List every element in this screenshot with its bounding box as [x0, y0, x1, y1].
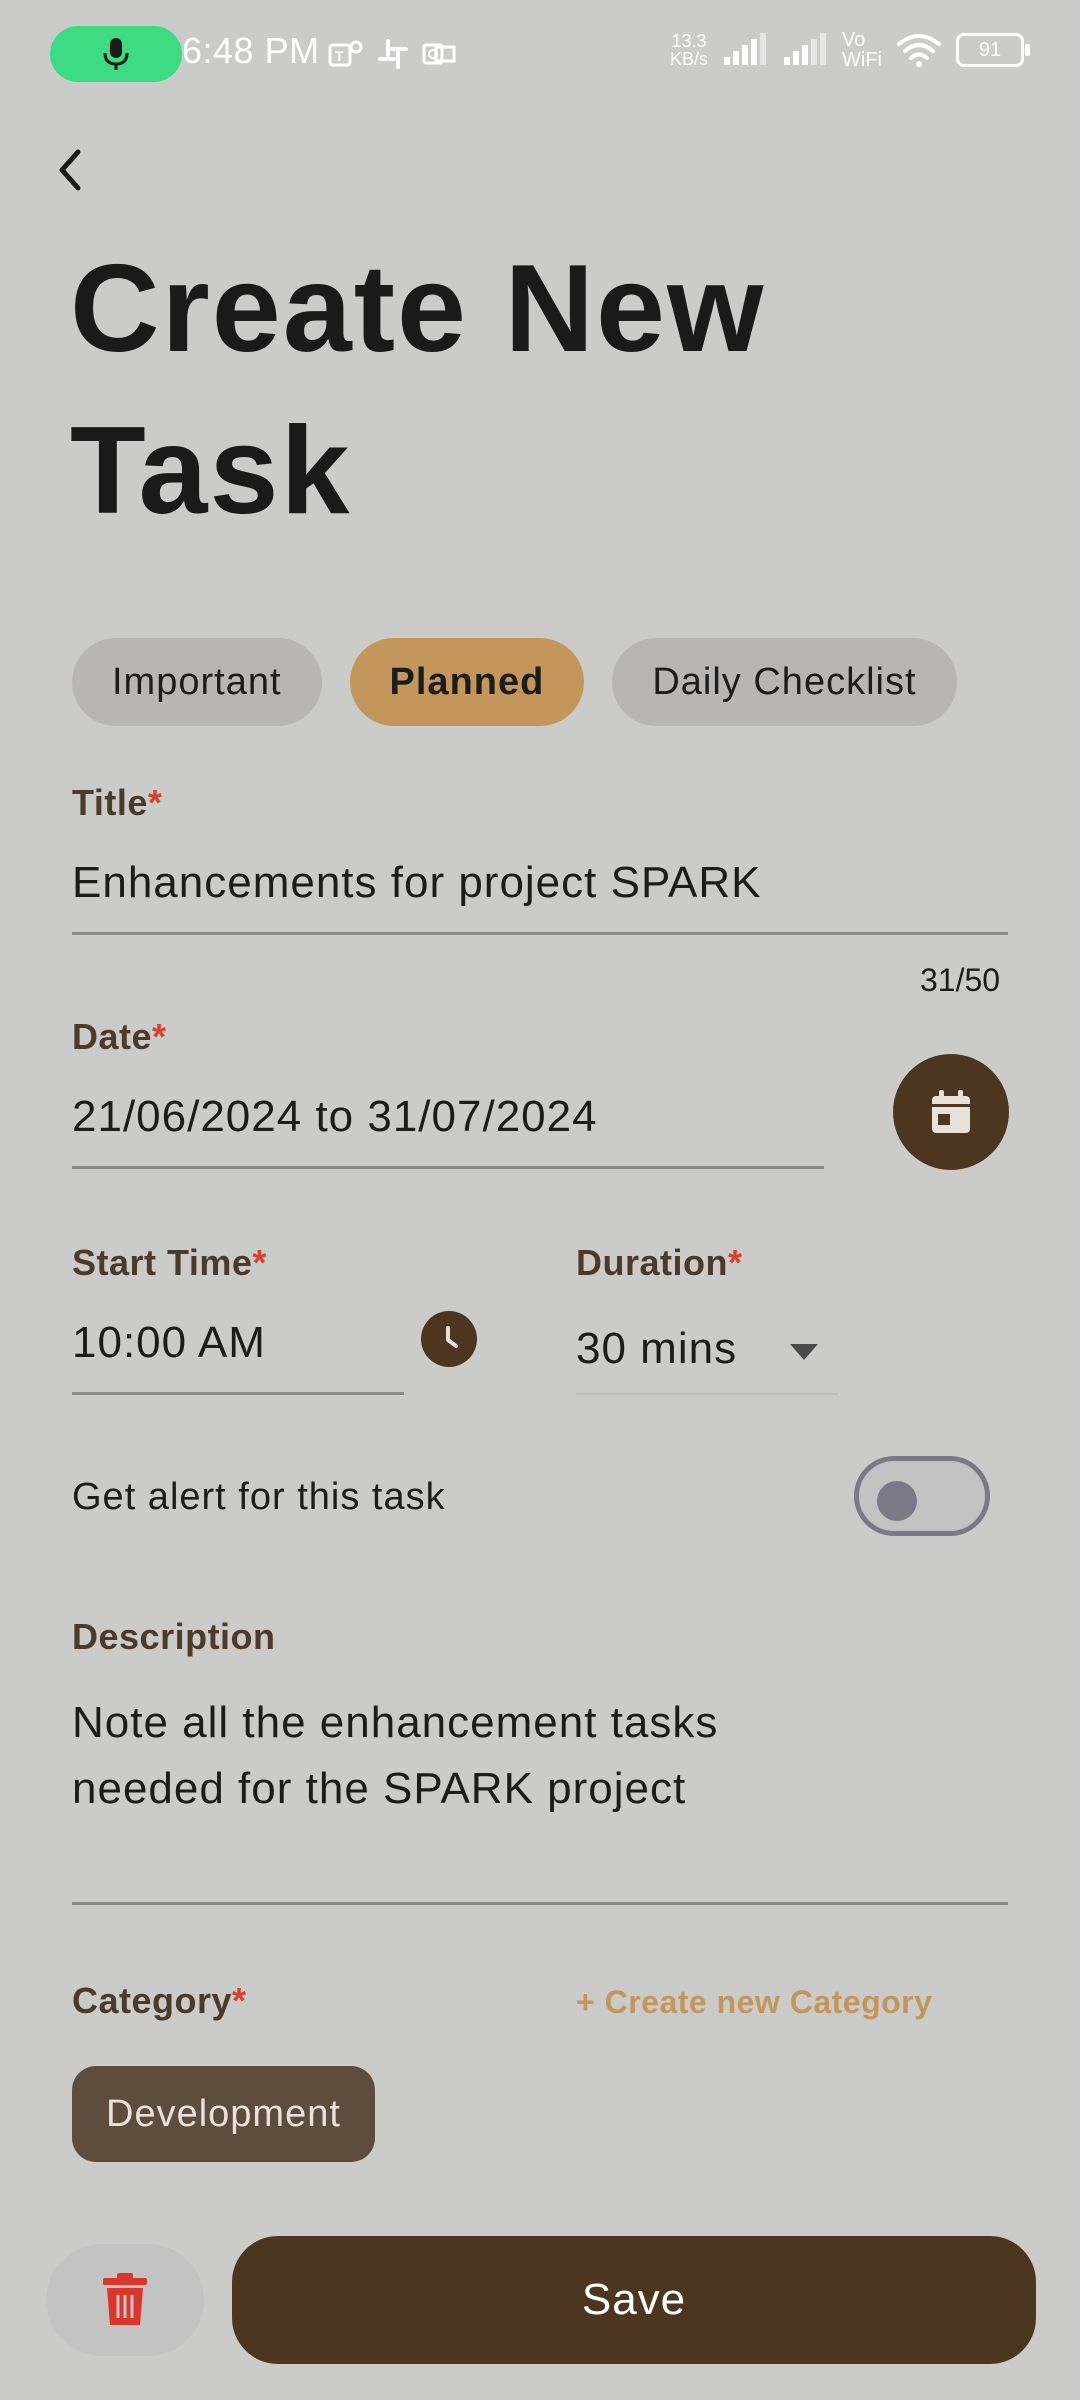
- tab-important[interactable]: Important: [72, 638, 322, 726]
- back-button[interactable]: [48, 140, 90, 200]
- title-label: Title*: [72, 782, 162, 824]
- title-char-counter: 31/50: [920, 962, 1001, 998]
- network-speed-unit: KB/s: [670, 49, 709, 69]
- vowifi-indicator: Vo WiFi: [842, 30, 882, 70]
- toggle-knob: [877, 1481, 917, 1521]
- date-label-text: Date: [72, 1016, 153, 1057]
- signal-icon: [784, 33, 827, 65]
- duration-label-text: Duration: [576, 1242, 728, 1283]
- notification-icons: T: [328, 34, 458, 74]
- create-category-link[interactable]: + Create new Category: [576, 1984, 932, 2021]
- title-label-text: Title: [72, 782, 148, 823]
- duration-label: Duration*: [576, 1242, 743, 1284]
- description-line: needed for the SPARK project: [72, 1764, 687, 1813]
- required-mark: *: [232, 1980, 247, 2021]
- vowifi-bottom: WiFi: [842, 49, 882, 71]
- save-button[interactable]: Save: [232, 2236, 1036, 2364]
- title-underline: [72, 932, 1008, 935]
- vowifi-top: Vo: [842, 29, 866, 51]
- alert-label: Get alert for this task: [72, 1476, 446, 1518]
- network-speed-value: 13.3: [671, 31, 707, 51]
- task-type-tabs: Important Planned Daily Checklist: [72, 638, 1010, 726]
- status-time: 6:48 PM: [182, 30, 320, 71]
- duration-select[interactable]: 30 mins: [576, 1324, 737, 1374]
- mic-icon: [103, 38, 129, 70]
- svg-text:T: T: [335, 48, 344, 64]
- chevron-down-icon[interactable]: [788, 1342, 820, 1362]
- mic-indicator: [50, 26, 182, 82]
- clock-button[interactable]: [421, 1311, 477, 1367]
- title-input[interactable]: Enhancements for project SPARK: [72, 858, 762, 908]
- teams-icon: T: [328, 40, 363, 67]
- clock-icon: [446, 1326, 458, 1348]
- chevron-left-icon: [59, 149, 81, 191]
- network-speed: 13.3 KB/s: [670, 32, 708, 68]
- description-underline: [72, 1902, 1008, 1905]
- battery-icon: 91: [956, 33, 1030, 67]
- date-range-input[interactable]: 21/06/2024 to 31/07/2024: [72, 1092, 598, 1142]
- wifi-icon: [897, 34, 941, 67]
- start-time-input[interactable]: 10:00 AM: [72, 1318, 266, 1368]
- signal-icon: [724, 33, 767, 65]
- delete-button[interactable]: [46, 2244, 204, 2356]
- system-icons: 13.3 KB/s Vo WiFi 91: [670, 30, 1030, 70]
- calendar-button[interactable]: [893, 1054, 1009, 1170]
- start-time-label-text: Start Time: [72, 1242, 253, 1283]
- start-time-label: Start Time*: [72, 1242, 267, 1284]
- date-underline: [72, 1166, 824, 1169]
- required-mark: *: [728, 1242, 743, 1283]
- outlook-icon: [422, 43, 456, 65]
- date-label: Date*: [72, 1016, 167, 1058]
- calendar-icon: [932, 1090, 970, 1133]
- required-mark: *: [152, 1016, 167, 1057]
- description-label: Description: [72, 1616, 276, 1657]
- tab-daily-checklist[interactable]: Daily Checklist: [612, 638, 957, 726]
- trash-icon: [103, 2273, 147, 2325]
- category-label: Category*: [72, 1980, 247, 2022]
- description-input[interactable]: Note all the enhancement tasks needed fo…: [72, 1690, 1008, 1822]
- category-label-text: Category: [72, 1980, 233, 2021]
- category-chip-development[interactable]: Development: [72, 2066, 375, 2162]
- start-time-underline: [72, 1392, 404, 1395]
- alert-toggle[interactable]: [854, 1456, 990, 1536]
- tab-planned[interactable]: Planned: [349, 638, 585, 726]
- required-mark: *: [147, 782, 163, 823]
- required-mark: *: [252, 1242, 267, 1283]
- page-title: Create New Task: [70, 240, 766, 540]
- status-bar: 6:48 PM T 13.3 KB/s Vo WiFi 91: [0, 0, 1080, 108]
- duration-underline: [576, 1393, 838, 1395]
- slack-icon: [378, 39, 408, 69]
- description-line: Note all the enhancement tasks: [72, 1698, 719, 1747]
